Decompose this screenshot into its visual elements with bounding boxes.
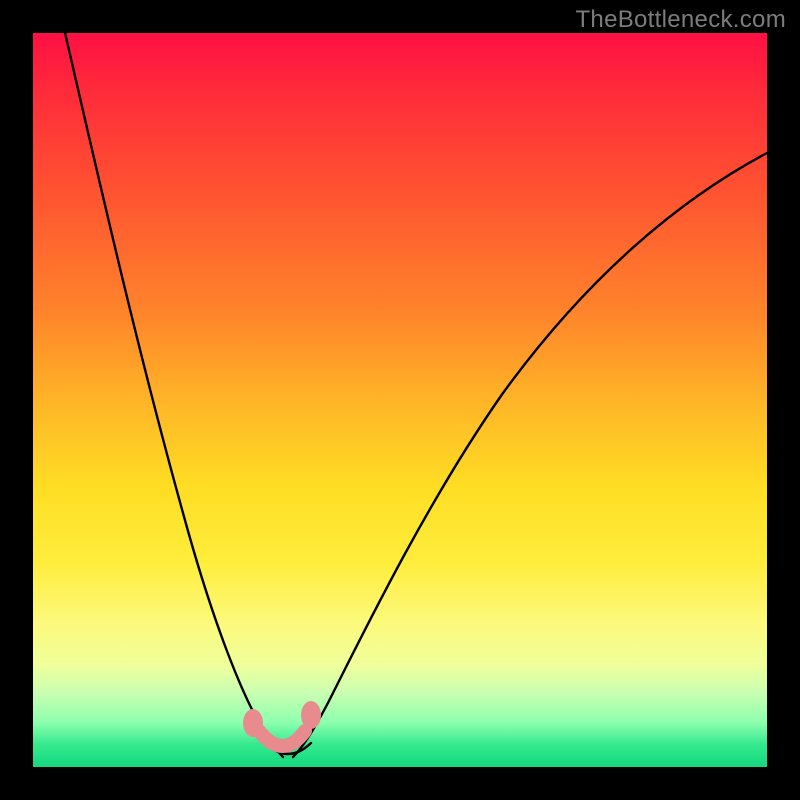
curve-left-branch <box>65 33 283 757</box>
plot-area <box>33 33 767 767</box>
curves-layer <box>33 33 767 767</box>
watermark-text: TheBottleneck.com <box>575 6 786 34</box>
marker-u-stroke <box>259 731 305 746</box>
chart-frame: TheBottleneck.com <box>0 0 800 800</box>
curve-right-branch <box>293 153 767 757</box>
